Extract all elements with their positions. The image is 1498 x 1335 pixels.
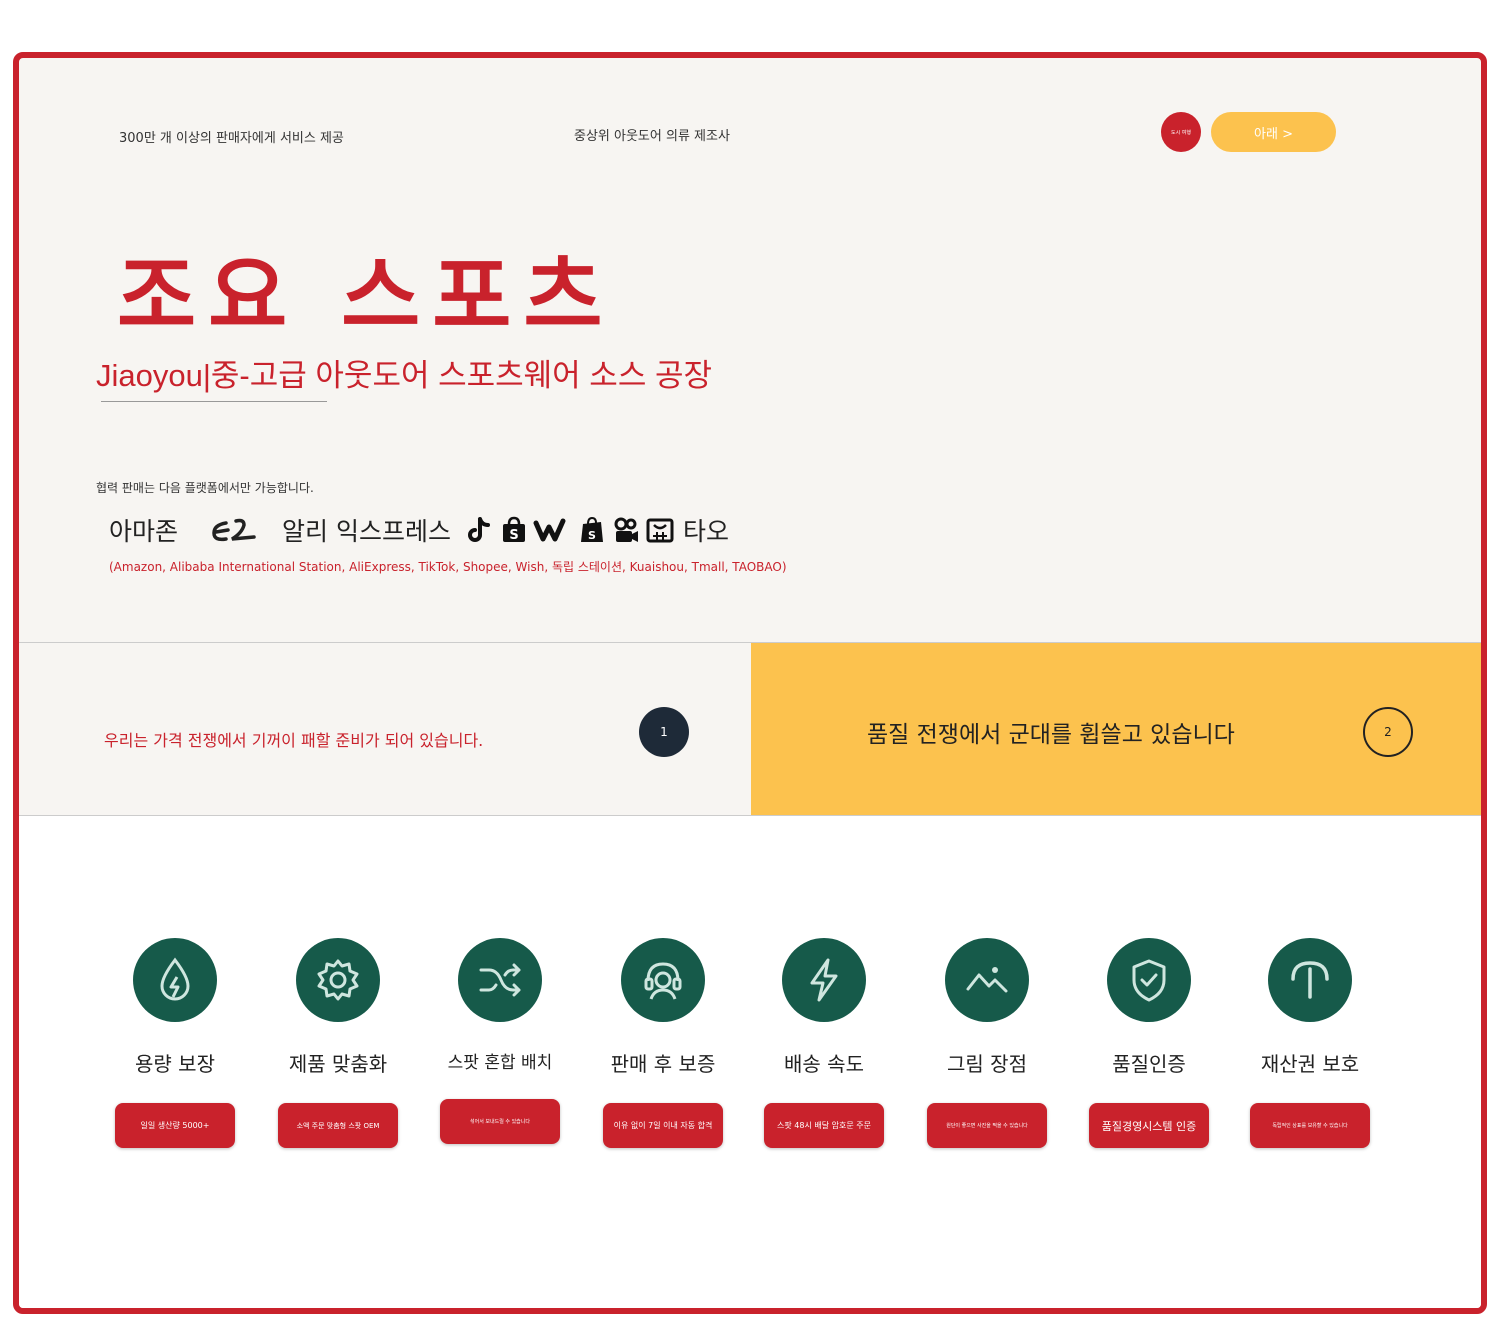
tiktok-icon — [463, 513, 497, 547]
feature-mixed-batch: 스팟 혼합 배치 섞어서 보내드릴 수 있습니다 — [419, 938, 581, 1144]
tmall-icon — [643, 513, 677, 547]
lightning-icon — [782, 938, 866, 1022]
city-travel-badge[interactable]: 도시 여행 — [1161, 112, 1201, 152]
gear-icon — [296, 938, 380, 1022]
feature-label: 품질인증 — [1112, 1052, 1186, 1076]
hero-subtitle: Jiaoyou|중-고급 아웃도어 스포츠웨어 소스 공장 — [96, 358, 712, 393]
feature-section: 용량 보장 일일 생산량 5000+ 제품 맞춤화 소액 주문 맞춤형 스팟 O… — [19, 816, 1481, 1308]
feature-button[interactable]: 소액 주문 맞춤형 스팟 OEM — [278, 1103, 398, 1148]
shuffle-icon — [458, 938, 542, 1022]
aliexpress-label: 알리 익스프레스 — [282, 517, 451, 546]
step-2-badge: 2 — [1363, 707, 1413, 757]
sellers-text: 300만 개 이상의 판매자에게 서비스 제공 — [119, 131, 344, 146]
hero-title: 조요 스포츠 — [117, 247, 615, 347]
feature-label: 배송 속도 — [784, 1052, 864, 1076]
platform-note: 협력 판매는 다음 플랫폼에서만 가능합니다. — [96, 481, 314, 495]
platform-logos: 아마존 알리 익스프레스 S S 타오 — [109, 510, 729, 550]
feature-after-sales: 판매 후 보증 이유 없이 7일 이내 자동 합격 — [582, 938, 744, 1148]
feature-label: 제품 맞춤화 — [288, 1052, 388, 1076]
feature-button[interactable]: 섞어서 보내드릴 수 있습니다 — [440, 1099, 560, 1144]
image-icon — [945, 938, 1029, 1022]
feature-delivery: 배송 속도 스팟 48시 배달 암호문 주문 — [743, 938, 905, 1148]
alibaba-icon — [206, 513, 270, 547]
shield-check-icon — [1107, 938, 1191, 1022]
quality-war-panel: 품질 전쟁에서 군대를 휩쓸고 있습니다 2 — [751, 643, 1481, 815]
page-frame: 300만 개 이상의 판매자에게 서비스 제공 중상위 아웃도어 의류 제조사 … — [13, 52, 1487, 1314]
feature-quality-cert: 품질인증 품질경영시스템 인증 — [1068, 938, 1230, 1148]
feature-label: 재산권 보호 — [1260, 1052, 1360, 1076]
feature-label: 용량 보장 — [135, 1052, 215, 1076]
feature-label: 스팟 혼합 배치 — [447, 1053, 553, 1073]
feature-photo: 그림 장점 원단이 좋으면 사진을 찍을 수 있습니다 — [906, 938, 1068, 1148]
headset-icon — [621, 938, 705, 1022]
comparison-band: 우리는 가격 전쟁에서 기꺼이 패할 준비가 되어 있습니다. 1 품질 전쟁에… — [19, 642, 1481, 816]
down-button[interactable]: 아래 > — [1211, 112, 1336, 152]
shopee-icon: S — [497, 513, 531, 547]
kuaishou-icon — [609, 513, 643, 547]
svg-text:S: S — [509, 528, 518, 543]
step-1-badge: 1 — [639, 707, 689, 757]
quality-war-text: 품질 전쟁에서 군대를 휩쓸고 있습니다 — [867, 722, 1235, 748]
feature-button[interactable]: 일일 생산량 5000+ — [115, 1103, 235, 1148]
feature-button[interactable]: 스팟 48시 배달 암호문 주문 — [764, 1103, 884, 1148]
platform-list: (Amazon, Alibaba International Station, … — [109, 560, 787, 574]
feature-capacity: 용량 보장 일일 생산량 5000+ — [94, 938, 256, 1148]
shopify-icon: S — [575, 513, 609, 547]
feature-ip-protection: 재산권 보호 독립적인 상표를 보유할 수 있습니다 — [1229, 938, 1391, 1148]
feature-button[interactable]: 원단이 좋으면 사진을 찍을 수 있습니다 — [927, 1103, 1047, 1148]
feature-button[interactable]: 독립적인 상표를 보유할 수 있습니다 — [1250, 1103, 1370, 1148]
wish-icon — [531, 513, 575, 547]
svg-text:S: S — [588, 529, 596, 542]
feature-label: 그림 장점 — [947, 1052, 1027, 1076]
feature-label: 판매 후 보증 — [610, 1052, 716, 1076]
water-drop-icon — [133, 938, 217, 1022]
feature-button[interactable]: 품질경영시스템 인증 — [1089, 1103, 1209, 1148]
taobao-label: 타오 — [682, 517, 729, 546]
price-war-text: 우리는 가격 전쟁에서 기꺼이 패할 준비가 되어 있습니다. — [104, 731, 484, 750]
feature-button[interactable]: 이유 없이 7일 이내 자동 합격 — [603, 1103, 723, 1148]
price-war-panel: 우리는 가격 전쟁에서 기꺼이 패할 준비가 되어 있습니다. 1 — [19, 643, 751, 815]
umbrella-icon — [1268, 938, 1352, 1022]
amazon-label: 아마존 — [109, 517, 179, 546]
manufacturer-text: 중상위 아웃도어 의류 제조사 — [574, 129, 730, 144]
feature-customization: 제품 맞춤화 소액 주문 맞춤형 스팟 OEM — [257, 938, 419, 1148]
subtitle-underline — [101, 401, 327, 402]
